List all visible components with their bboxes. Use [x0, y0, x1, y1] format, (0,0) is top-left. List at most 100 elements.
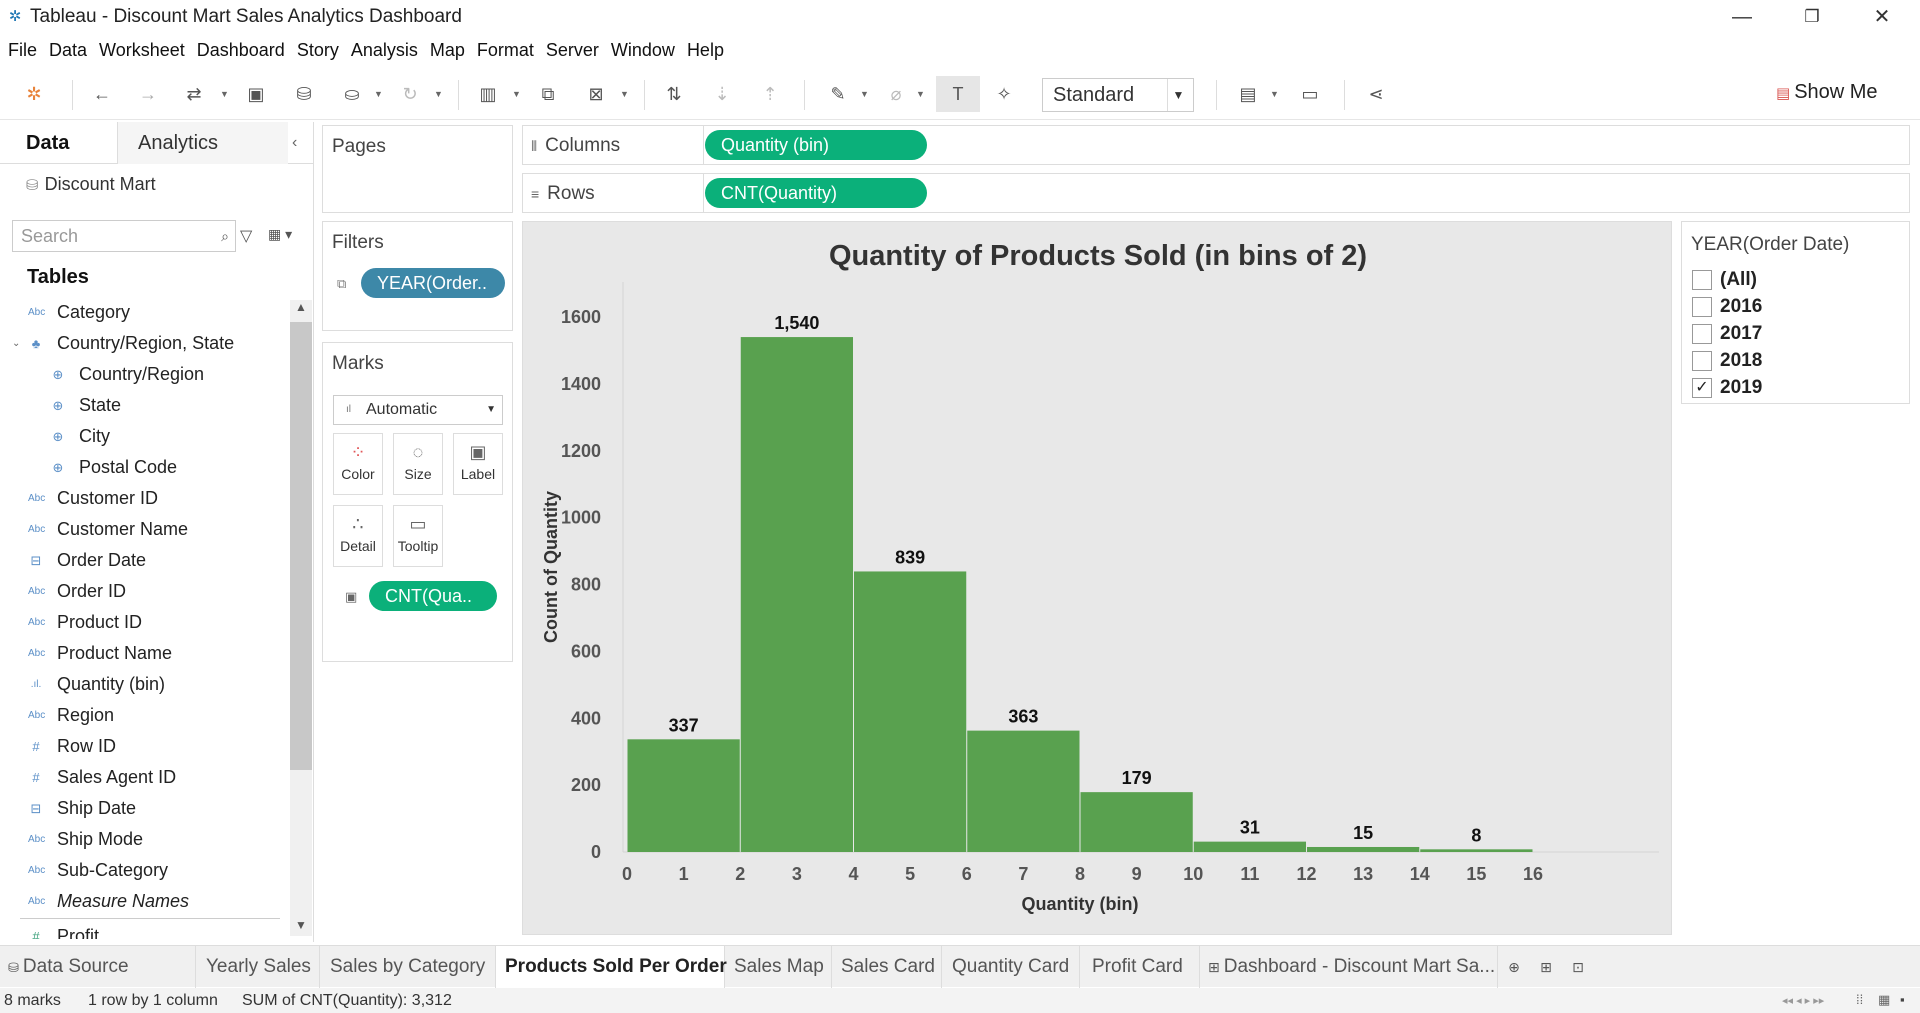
field-item[interactable]: Abc Order ID: [0, 576, 290, 607]
tab-analytics[interactable]: Analytics: [118, 122, 288, 164]
tab-profit-card[interactable]: Profit Card: [1080, 946, 1200, 988]
pause-updates-icon[interactable]: ⛀: [338, 80, 366, 108]
sheet-sorter-icon[interactable]: ⁞⁞: [1856, 992, 1863, 1007]
field-item[interactable]: ⌄ ♣ Country/Region, State: [0, 328, 290, 359]
new-worksheet-dropdown-icon[interactable]: ▼: [512, 80, 522, 108]
menu-window[interactable]: Window: [605, 36, 681, 64]
size-button[interactable]: ◌ Size: [393, 433, 443, 495]
field-item[interactable]: Abc Ship Mode: [0, 824, 290, 855]
highlight-icon[interactable]: ✎: [824, 80, 852, 108]
rows-shelf[interactable]: ≡ Rows CNT(Quantity): [522, 173, 1910, 213]
show-mark-labels-icon[interactable]: T: [936, 76, 980, 112]
field-item[interactable]: # Sales Agent ID: [0, 762, 290, 793]
checkbox-checked[interactable]: ✓: [1692, 377, 1712, 398]
filter-icon[interactable]: ▽: [240, 226, 252, 246]
sort-descending-icon[interactable]: ⇡: [756, 80, 784, 108]
search-input[interactable]: Search ⌕: [12, 220, 236, 252]
collapse-pane-icon[interactable]: ‹: [292, 134, 297, 152]
field-item[interactable]: Abc Measure Names: [0, 886, 290, 917]
tableau-home-icon[interactable]: ✲: [20, 80, 48, 108]
field-item[interactable]: .ıl. Quantity (bin): [0, 669, 290, 700]
highlight-dropdown-icon[interactable]: ▼: [860, 80, 870, 108]
clear-dropdown-icon[interactable]: ▼: [620, 80, 630, 108]
field-item[interactable]: Abc Product Name: [0, 638, 290, 669]
scrollbar-thumb[interactable]: [290, 322, 312, 770]
view-options-icon[interactable]: ▦ ▾: [268, 226, 292, 243]
field-item[interactable]: ⊕ State: [0, 390, 290, 421]
tab-data[interactable]: Data: [0, 122, 118, 164]
field-item[interactable]: ⊕ City: [0, 421, 290, 452]
tab-sales-map[interactable]: Sales Map: [725, 946, 832, 988]
save-icon[interactable]: ▣: [242, 80, 270, 108]
undo-icon[interactable]: ←: [88, 80, 116, 108]
tabs-view-icon[interactable]: ▪: [1900, 992, 1905, 1007]
field-item[interactable]: Abc Region: [0, 700, 290, 731]
tab-dashboard[interactable]: ⊞ Dashboard - Discount Mart Sa...: [1200, 946, 1498, 988]
refresh-icon[interactable]: ↻: [396, 80, 424, 108]
tab-products-sold-per-order[interactable]: Products Sold Per Order: [496, 946, 727, 988]
refresh-dropdown-icon[interactable]: ▼: [434, 80, 444, 108]
replay-icon[interactable]: ⇄: [180, 80, 208, 108]
sheet-nav-icon[interactable]: ◂◂ ◂ ▸ ▸▸: [1782, 994, 1824, 1007]
pause-dropdown-icon[interactable]: ▼: [374, 80, 384, 108]
menu-worksheet[interactable]: Worksheet: [93, 36, 191, 64]
menu-data[interactable]: Data: [43, 36, 93, 64]
fix-axes-icon[interactable]: ✧: [990, 80, 1018, 108]
scroll-up-icon[interactable]: ▲: [290, 300, 312, 320]
pages-card[interactable]: Pages: [322, 125, 513, 213]
checkbox[interactable]: [1692, 350, 1712, 371]
new-worksheet-tab-icon[interactable]: ⊕: [1502, 956, 1526, 978]
detail-button[interactable]: ∴ Detail: [333, 505, 383, 567]
menu-format[interactable]: Format: [471, 36, 540, 64]
field-item[interactable]: # Row ID: [0, 731, 290, 762]
menu-story[interactable]: Story: [291, 36, 345, 64]
field-item[interactable]: ⊕ Country/Region: [0, 359, 290, 390]
close-button[interactable]: ✕: [1852, 2, 1912, 32]
tab-sales-by-category[interactable]: Sales by Category: [320, 946, 496, 988]
checkbox[interactable]: [1692, 269, 1712, 290]
columns-shelf[interactable]: ⦀ Columns Quantity (bin): [522, 125, 1910, 165]
field-item[interactable]: ⊕ Postal Code: [0, 452, 290, 483]
tab-data-source[interactable]: ⛁ Data Source: [0, 946, 196, 988]
menu-file[interactable]: File: [0, 36, 43, 64]
field-item[interactable]: Abc Product ID: [0, 607, 290, 638]
new-worksheet-icon[interactable]: ▥: [474, 80, 502, 108]
group-members-icon[interactable]: ⌀: [882, 80, 910, 108]
redo-icon[interactable]: →: [134, 80, 162, 108]
color-button[interactable]: ⁘ Color: [333, 433, 383, 495]
fit-select[interactable]: Standard ▼: [1042, 78, 1194, 112]
quantity-bin-pill[interactable]: Quantity (bin): [705, 130, 927, 160]
tab-quantity-card[interactable]: Quantity Card: [942, 946, 1080, 988]
field-item[interactable]: ⊟ Order Date: [0, 545, 290, 576]
year-option-all[interactable]: (All): [1692, 266, 1757, 293]
year-option-2018[interactable]: 2018: [1692, 347, 1762, 374]
cnt-quantity-label-pill[interactable]: CNT(Qua..: [369, 581, 497, 611]
field-item[interactable]: ⊟ Ship Date: [0, 793, 290, 824]
show-cards-dropdown-icon[interactable]: ▼: [1270, 80, 1280, 108]
share-icon[interactable]: ⋖: [1362, 80, 1390, 108]
group-dropdown-icon[interactable]: ▼: [916, 80, 926, 108]
menu-server[interactable]: Server: [540, 36, 605, 64]
clear-sheet-icon[interactable]: ⊠: [582, 80, 610, 108]
tab-yearly-sales[interactable]: Yearly Sales: [196, 946, 320, 988]
show-me-button[interactable]: ▤ Show Me: [1776, 81, 1878, 104]
tab-sales-card[interactable]: Sales Card: [832, 946, 942, 988]
new-story-tab-icon[interactable]: ⊡: [1566, 956, 1590, 978]
replay-dropdown-icon[interactable]: ▼: [220, 80, 230, 108]
field-item[interactable]: Abc Category: [0, 297, 290, 328]
restore-button[interactable]: ❐: [1782, 2, 1842, 32]
year-option-2016[interactable]: 2016: [1692, 293, 1762, 320]
year-option-2017[interactable]: 2017: [1692, 320, 1762, 347]
new-datasource-icon[interactable]: ⛁: [290, 80, 318, 108]
presentation-mode-icon[interactable]: ▭: [1296, 80, 1324, 108]
menu-help[interactable]: Help: [681, 36, 730, 64]
sort-ascending-icon[interactable]: ⇣: [708, 80, 736, 108]
field-item[interactable]: Abc Customer ID: [0, 483, 290, 514]
label-button[interactable]: ▣ Label: [453, 433, 503, 495]
minimize-button[interactable]: —: [1712, 2, 1772, 32]
menu-dashboard[interactable]: Dashboard: [191, 36, 291, 64]
show-cards-icon[interactable]: ▤: [1234, 80, 1262, 108]
checkbox[interactable]: [1692, 323, 1712, 344]
duplicate-sheet-icon[interactable]: ⧉: [534, 80, 562, 108]
filmstrip-icon[interactable]: ▦: [1878, 992, 1890, 1008]
